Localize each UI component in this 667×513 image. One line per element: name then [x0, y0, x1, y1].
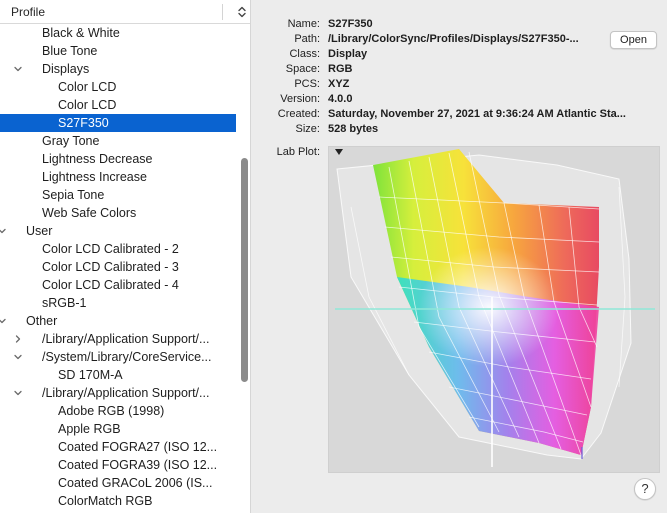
profile-row[interactable]: Gray Tone	[0, 132, 236, 150]
profile-row-selected[interactable]: S27F350	[0, 114, 236, 132]
profile-row[interactable]: Coated FOGRA27 (ISO 12...	[0, 438, 236, 456]
lab-plot[interactable]	[328, 146, 660, 473]
profile-row[interactable]: /Library/Application Support/...	[0, 330, 236, 348]
info-value: /Library/ColorSync/Profiles/Displays/S27…	[328, 33, 579, 45]
profile-row-label: Coated FOGRA39 (ISO 12...	[58, 458, 218, 472]
profile-row[interactable]: Color LCD	[0, 96, 236, 114]
profile-row-label: Color LCD Calibrated - 4	[42, 278, 179, 292]
info-key: Created:	[277, 108, 320, 120]
profile-row[interactable]: Sepia Tone	[0, 186, 236, 204]
chevron-down-icon[interactable]	[0, 227, 6, 235]
profile-row-label: Coated GRACoL 2006 (IS...	[58, 476, 213, 490]
profile-row[interactable]: Lightness Decrease	[0, 150, 236, 168]
info-value: S27F350	[328, 18, 373, 30]
profile-row-label: Lightness Decrease	[42, 152, 153, 166]
profile-row-label: Displays	[42, 62, 90, 76]
help-button[interactable]: ?	[634, 478, 656, 500]
profile-row-label: ColorMatch RGB	[58, 494, 153, 508]
chevron-down-icon[interactable]	[0, 317, 6, 325]
profile-row[interactable]: User	[0, 222, 236, 240]
profile-row-label: Lightness Increase	[42, 170, 147, 184]
info-key: Space:	[285, 63, 320, 75]
profile-row-label: User	[26, 224, 53, 238]
profile-row[interactable]: /Library/Application Support/...	[0, 384, 236, 402]
profile-row-label: Color LCD Calibrated - 2	[42, 242, 179, 256]
info-value: 4.0.0	[328, 93, 353, 105]
profile-row[interactable]: SD 170M-A	[0, 366, 236, 384]
info-key: Version:	[280, 93, 320, 105]
profile-row-label: /Library/Application Support/...	[42, 386, 210, 400]
profile-row-label: S27F350	[58, 116, 109, 130]
scrollbar-thumb[interactable]	[241, 158, 248, 382]
profile-row[interactable]: Color LCD Calibrated - 3	[0, 258, 236, 276]
info-value: Saturday, November 27, 2021 at 9:36:24 A…	[328, 108, 626, 120]
info-key: PCS:	[294, 78, 320, 90]
chevron-up-down-icon[interactable]	[236, 5, 248, 19]
lab-plot-label: Lab Plot:	[276, 146, 320, 158]
profile-column-title: Profile	[11, 5, 46, 19]
chevron-down-icon[interactable]	[14, 353, 22, 361]
info-value: 528 bytes	[328, 123, 379, 135]
profile-row-label: Apple RGB	[58, 422, 121, 436]
lab-plot-canvas[interactable]	[329, 147, 660, 473]
profile-row[interactable]: sRGB-1	[0, 294, 236, 312]
info-value: RGB	[328, 63, 353, 75]
triangle-down-icon[interactable]	[334, 148, 344, 156]
profile-row[interactable]: Black & White	[0, 24, 236, 42]
info-key: Class:	[289, 48, 320, 60]
profile-row[interactable]: Coated FOGRA39 (ISO 12...	[0, 456, 236, 474]
profile-row-label: Color LCD Calibrated - 3	[42, 260, 179, 274]
profile-row-label: Adobe RGB (1998)	[58, 404, 165, 418]
profile-row-label: Other	[26, 314, 58, 328]
profile-row-label: Color LCD	[58, 98, 117, 112]
profile-row-label: Coated FOGRA27 (ISO 12...	[58, 440, 218, 454]
profile-row[interactable]: Adobe RGB (1998)	[0, 402, 236, 420]
profile-row-label: sRGB-1	[42, 296, 87, 310]
profile-row[interactable]: Apple RGB	[0, 420, 236, 438]
profile-info-pane: Name: S27F350 Path: /Library/ColorSync/Prof…	[252, 0, 667, 513]
profile-row[interactable]: Color LCD	[0, 78, 236, 96]
profile-row[interactable]: /System/Library/CoreService...	[0, 348, 236, 366]
profile-row[interactable]: Coated GRACoL 2006 (IS...	[0, 474, 236, 492]
profile-column-header[interactable]: Profile	[0, 0, 250, 24]
profile-row-label: /Library/Application Support/...	[42, 332, 210, 346]
info-value: XYZ	[328, 78, 350, 90]
info-key: Name:	[287, 18, 320, 30]
info-value: Display	[328, 48, 368, 60]
profile-list-pane: Profile Black & White Blue Tone Displays Co…	[0, 0, 251, 513]
profile-row[interactable]: Displays	[0, 60, 236, 78]
profile-row[interactable]: Lightness Increase	[0, 168, 236, 186]
profile-row[interactable]: Web Safe Colors	[0, 204, 236, 222]
profile-row[interactable]: Color LCD Calibrated - 2	[0, 240, 236, 258]
chevron-right-icon[interactable]	[14, 335, 22, 343]
profile-row-label: Blue Tone	[42, 44, 98, 58]
header-divider	[222, 4, 223, 20]
open-button[interactable]: Open	[610, 31, 657, 49]
profile-row-label: Color LCD	[58, 80, 117, 94]
profile-row[interactable]: ColorMatch RGB	[0, 492, 236, 510]
chevron-down-icon[interactable]	[14, 389, 22, 397]
profile-row-label: SD 170M-A	[58, 368, 123, 382]
profile-row[interactable]: Color LCD Calibrated - 4	[0, 276, 236, 294]
profile-row-label: /System/Library/CoreService...	[42, 350, 212, 364]
info-key: Path:	[294, 33, 320, 45]
profile-row-label: Sepia Tone	[42, 188, 105, 202]
profile-row-label: Gray Tone	[42, 134, 100, 148]
chevron-down-icon[interactable]	[14, 65, 22, 73]
info-key: Size:	[295, 123, 320, 135]
profile-row[interactable]: Other	[0, 312, 236, 330]
profile-row-label: Web Safe Colors	[42, 206, 137, 220]
profile-row[interactable]: Blue Tone	[0, 42, 236, 60]
profile-row-label: Black & White	[42, 26, 120, 40]
